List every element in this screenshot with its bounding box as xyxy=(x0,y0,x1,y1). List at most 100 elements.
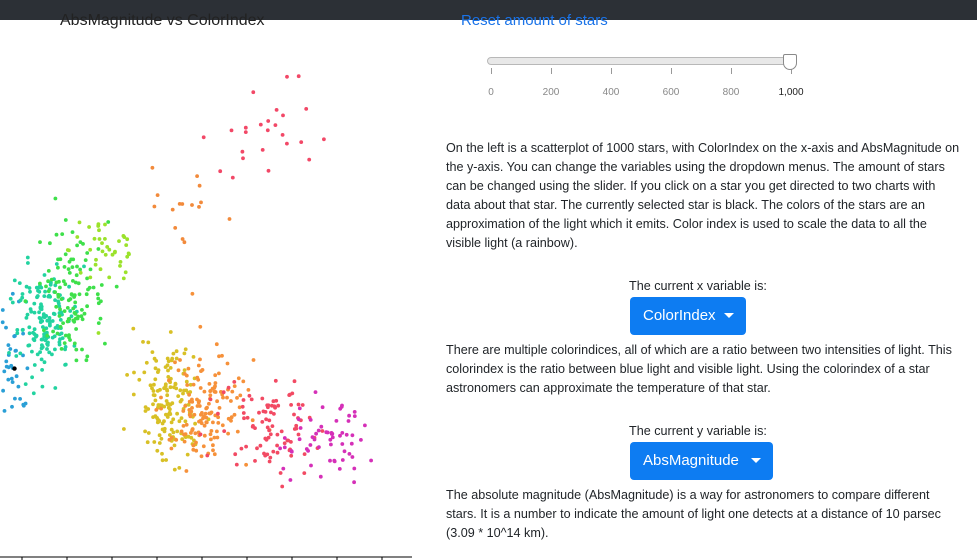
star-point[interactable] xyxy=(25,366,30,371)
star-point[interactable] xyxy=(170,207,175,212)
star-point[interactable] xyxy=(82,264,86,269)
star-point[interactable] xyxy=(153,377,158,382)
star-point[interactable] xyxy=(285,141,289,146)
star-point[interactable] xyxy=(80,317,85,322)
star-point[interactable] xyxy=(273,405,277,410)
star-point[interactable] xyxy=(157,433,162,438)
star-point[interactable] xyxy=(96,296,101,301)
star-point[interactable] xyxy=(238,393,243,398)
star-point[interactable] xyxy=(38,320,43,324)
star-point[interactable] xyxy=(199,412,203,417)
star-point[interactable] xyxy=(338,406,343,411)
star-point[interactable] xyxy=(183,419,188,424)
star-point[interactable] xyxy=(211,448,215,453)
star-point[interactable] xyxy=(217,371,221,376)
star-point[interactable] xyxy=(97,228,101,233)
star-point[interactable] xyxy=(318,474,323,479)
star-point[interactable] xyxy=(173,226,178,230)
star-point[interactable] xyxy=(30,349,34,354)
star-point[interactable] xyxy=(88,247,93,252)
star-point[interactable] xyxy=(152,382,156,387)
star-point[interactable] xyxy=(202,423,207,428)
star-point[interactable] xyxy=(211,420,215,425)
star-point[interactable] xyxy=(184,469,189,473)
star-point[interactable] xyxy=(73,300,78,305)
star-point[interactable] xyxy=(269,410,273,415)
star-point[interactable] xyxy=(48,323,52,328)
star-point[interactable] xyxy=(57,279,61,284)
star-point[interactable] xyxy=(208,432,213,437)
star-point[interactable] xyxy=(308,443,313,447)
star-point[interactable] xyxy=(198,357,202,362)
star-point[interactable] xyxy=(92,236,97,241)
star-point[interactable] xyxy=(253,459,257,463)
star-point[interactable] xyxy=(65,319,70,324)
star-point[interactable] xyxy=(213,373,218,378)
star-point[interactable] xyxy=(56,292,61,297)
star-point[interactable] xyxy=(268,455,273,460)
star-point[interactable] xyxy=(164,399,169,403)
star-point[interactable] xyxy=(155,448,160,453)
star-point[interactable] xyxy=(99,283,104,287)
star-point[interactable] xyxy=(2,409,7,413)
star-point[interactable] xyxy=(328,458,332,463)
star-point[interactable] xyxy=(46,269,51,273)
star-point[interactable] xyxy=(163,384,168,388)
star-point[interactable] xyxy=(273,123,278,127)
star-point[interactable] xyxy=(199,200,203,205)
star-point[interactable] xyxy=(31,391,36,396)
star-point[interactable] xyxy=(54,304,59,309)
star-point[interactable] xyxy=(45,347,49,351)
star-point[interactable] xyxy=(177,466,182,470)
star-point[interactable] xyxy=(320,429,325,433)
star-point[interactable] xyxy=(10,300,15,305)
star-point[interactable] xyxy=(214,342,219,347)
star-point[interactable] xyxy=(241,156,245,161)
star-point[interactable] xyxy=(212,452,217,457)
star-point[interactable] xyxy=(280,484,285,489)
star-point[interactable] xyxy=(352,480,356,485)
star-point[interactable] xyxy=(46,279,50,284)
star-point[interactable] xyxy=(70,230,75,235)
star-point[interactable] xyxy=(211,443,215,448)
star-point[interactable] xyxy=(281,113,285,118)
star-point[interactable] xyxy=(180,237,185,241)
star-point[interactable] xyxy=(38,281,42,286)
star-point[interactable] xyxy=(182,240,187,245)
star-point[interactable] xyxy=(75,235,80,239)
star-point[interactable] xyxy=(232,412,237,417)
star-point[interactable] xyxy=(27,331,32,336)
star-point[interactable] xyxy=(198,386,203,390)
star-point[interactable] xyxy=(304,107,309,111)
star-point[interactable] xyxy=(195,174,200,179)
star-point[interactable] xyxy=(285,74,289,79)
star-point[interactable] xyxy=(53,196,58,201)
star-point[interactable] xyxy=(196,377,201,382)
star-point[interactable] xyxy=(100,249,105,254)
star-point[interactable] xyxy=(45,343,50,347)
star-point[interactable] xyxy=(258,443,263,448)
star-point[interactable] xyxy=(26,343,31,348)
star-point[interactable] xyxy=(86,287,90,292)
star-point[interactable] xyxy=(131,326,136,331)
star-point[interactable] xyxy=(297,437,302,442)
star-point[interactable] xyxy=(48,241,52,246)
star-point[interactable] xyxy=(239,446,244,451)
star-point[interactable] xyxy=(51,311,56,316)
star-point[interactable] xyxy=(193,421,198,426)
star-point[interactable] xyxy=(232,380,237,384)
star-point[interactable] xyxy=(319,424,324,429)
star-point[interactable] xyxy=(274,108,279,112)
star-point[interactable] xyxy=(78,267,82,272)
star-point[interactable] xyxy=(280,133,285,137)
star-point[interactable] xyxy=(48,282,53,287)
star-point[interactable] xyxy=(317,445,321,449)
star-point[interactable] xyxy=(53,347,57,352)
star-point[interactable] xyxy=(207,382,212,386)
star-point[interactable] xyxy=(160,458,165,463)
star-point[interactable] xyxy=(282,441,287,446)
star-point[interactable] xyxy=(322,137,326,142)
star-point[interactable] xyxy=(275,450,280,455)
star-point[interactable] xyxy=(165,393,170,398)
star-point[interactable] xyxy=(164,458,169,462)
